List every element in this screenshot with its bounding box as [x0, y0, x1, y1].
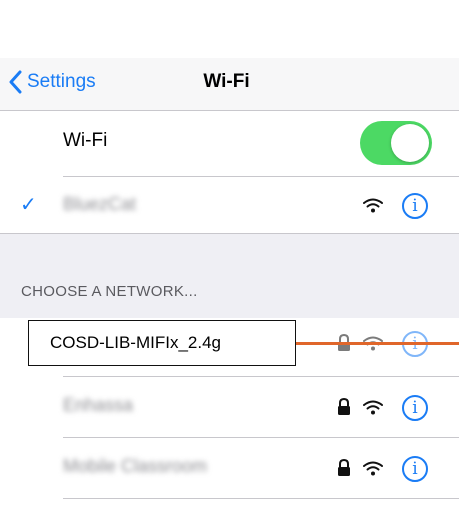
network-name[interactable]: Enhassa — [63, 395, 133, 416]
checkmark-icon: ✓ — [20, 194, 37, 216]
row-separator — [63, 437, 459, 438]
info-button-network-2[interactable]: i — [402, 395, 428, 421]
section-gap — [0, 233, 459, 318]
wifi-icon — [363, 400, 383, 415]
navigation-bar: Settings Wi-Fi — [0, 58, 459, 111]
section-header: CHOOSE A NETWORK... — [21, 283, 198, 300]
info-button-connected[interactable]: i — [402, 193, 428, 219]
row-separator — [63, 498, 459, 499]
wifi-toggle[interactable] — [360, 121, 432, 165]
wifi-icon — [363, 461, 383, 476]
row-separator — [63, 376, 459, 377]
lock-icon — [336, 397, 352, 416]
info-button-network-3[interactable]: i — [402, 456, 428, 482]
lock-icon — [336, 458, 352, 477]
connected-network-name[interactable]: BluezCat — [63, 194, 136, 215]
annotation-line — [296, 342, 459, 345]
page-title: Wi-Fi — [203, 71, 250, 92]
toggle-knob — [391, 124, 429, 162]
row-separator — [63, 176, 459, 177]
wifi-toggle-label: Wi-Fi — [63, 130, 108, 151]
network-name[interactable]: Mobile Classroom — [63, 456, 207, 477]
wifi-icon — [363, 198, 383, 213]
network-name-highlight[interactable]: COSD-LIB-MIFIx_2.4g — [28, 320, 296, 366]
